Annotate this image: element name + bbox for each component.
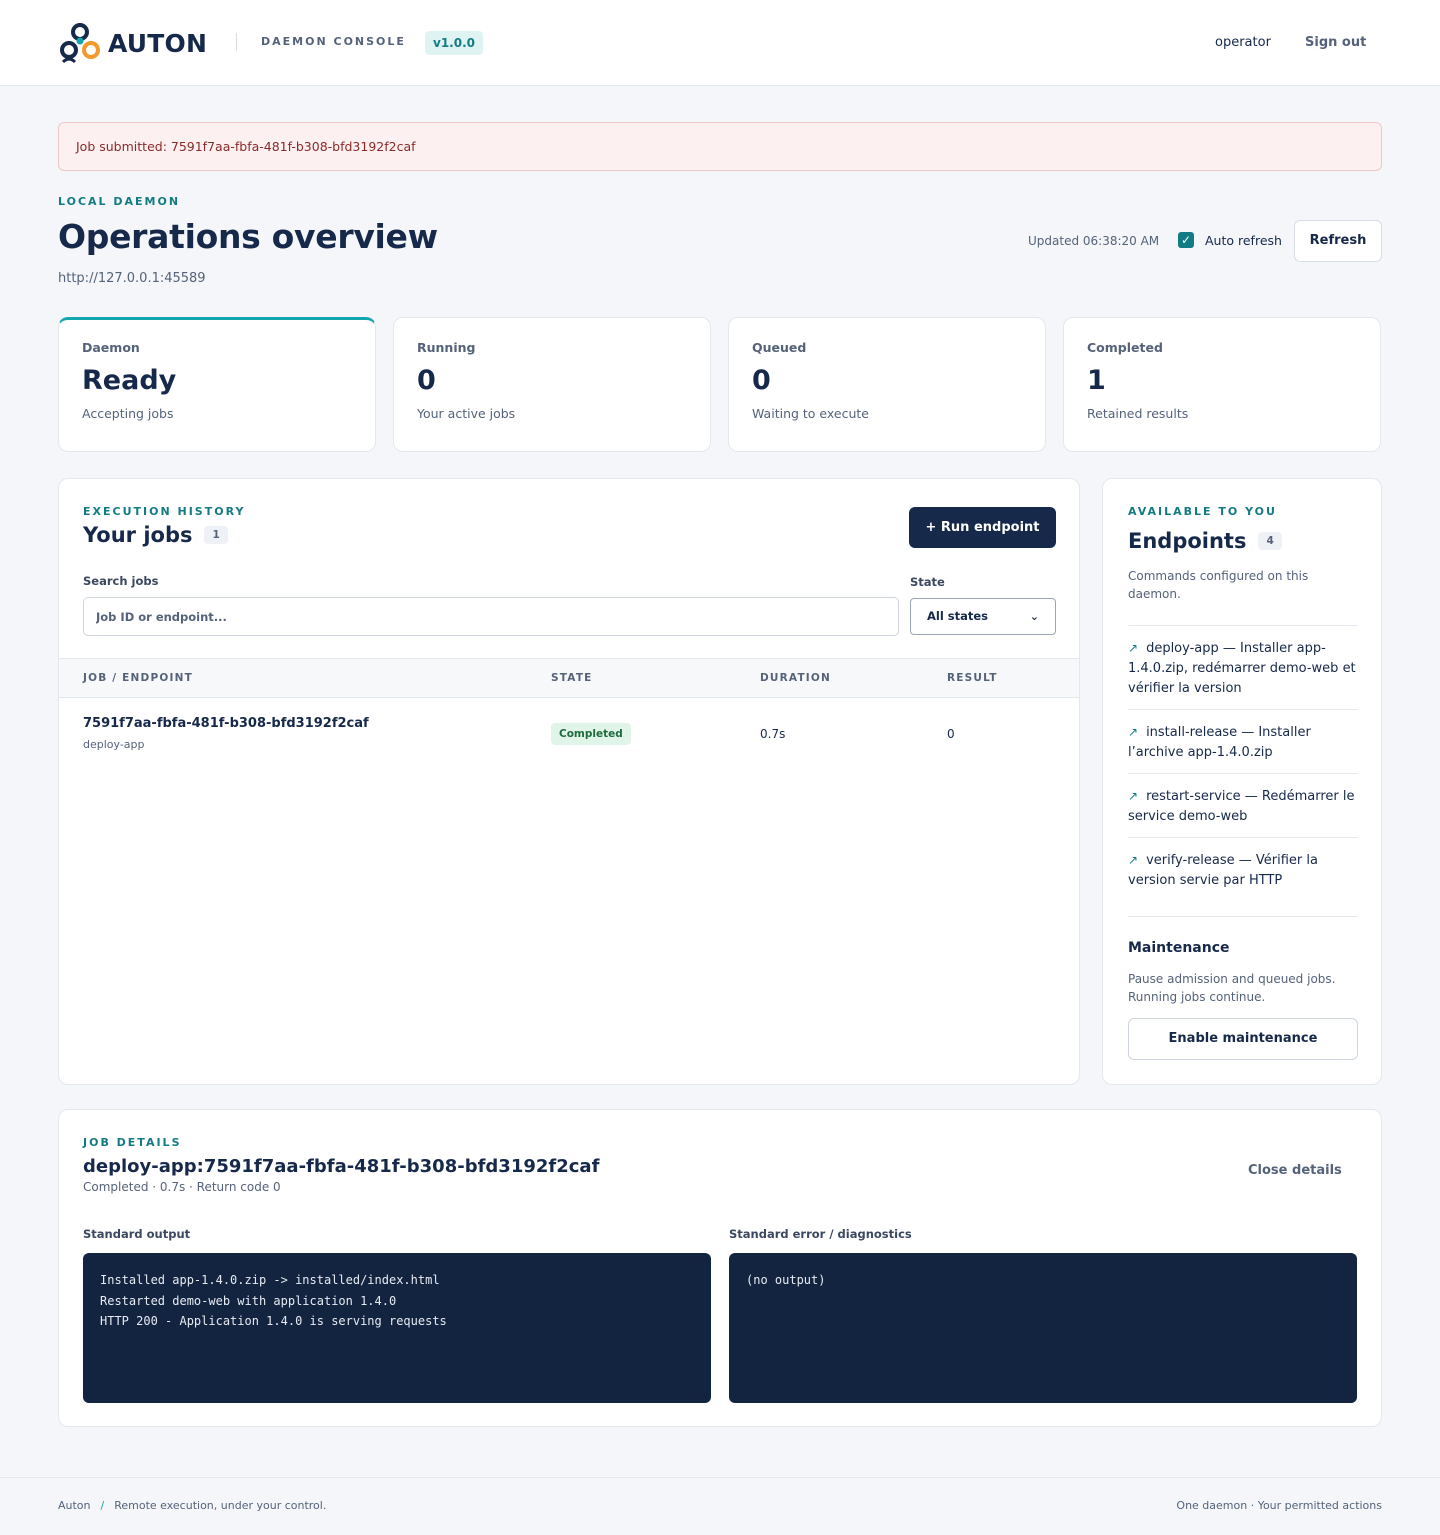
stderr-terminal[interactable]: (no output) — [729, 1253, 1357, 1403]
arrow-up-right-icon: ↗ — [1128, 641, 1139, 655]
column-header: RESULT — [947, 672, 998, 684]
stat-value: 1 — [1087, 365, 1106, 396]
details-title: deploy-app:7591f7aa-fbfa-481f-b308-bfd31… — [83, 1156, 600, 1177]
endpoint-item[interactable]: ↗ install-release — Installer l’archive a… — [1128, 709, 1358, 773]
updated-timestamp: Updated 06:38:20 AM — [1028, 234, 1160, 248]
endpoint-item[interactable]: ↗ verify-release — Vérifier la version se… — [1128, 837, 1358, 901]
endpoints-panel: AVAILABLE TO YOU Endpoints 4 Commands co… — [1102, 478, 1382, 1085]
console-label: DAEMON CONSOLE — [261, 35, 406, 48]
stat-label: Completed — [1087, 340, 1163, 355]
endpoint-item[interactable]: ↗ deploy-app — Installer app-1.4.0.zip, r… — [1128, 625, 1358, 709]
stat-label: Daemon — [82, 340, 140, 355]
jobs-title-text: Your jobs — [83, 523, 193, 547]
stat-value: Ready — [82, 365, 177, 396]
search-jobs-label: Search jobs — [83, 574, 159, 588]
user-name: operator — [1215, 35, 1271, 50]
chevron-down-icon: ⌄ — [1029, 610, 1039, 623]
table-row[interactable]: 7591f7aa-fbfa-481f-b308-bfd3192f2caf dep… — [59, 698, 1079, 772]
endpoint-list: ↗ deploy-app — Installer app-1.4.0.zip, r… — [1128, 625, 1358, 901]
arrow-up-right-icon: ↗ — [1128, 789, 1139, 803]
stat-label: Queued — [752, 340, 807, 355]
maintenance-title: Maintenance — [1128, 940, 1230, 956]
jobs-count-badge: 1 — [204, 526, 228, 544]
stat-label: Running — [417, 340, 476, 355]
jobs-panel: EXECUTION HISTORY Your jobs 1 + Run endp… — [58, 478, 1080, 1085]
endpoints-title-text: Endpoints — [1128, 529, 1247, 553]
column-header: STATE — [551, 672, 593, 684]
auto-refresh-toggle[interactable]: ✓ Auto refresh — [1178, 232, 1282, 248]
status-badge: Completed — [551, 723, 631, 745]
stderr-label: Standard error / diagnostics — [729, 1227, 912, 1241]
stat-subtext: Your active jobs — [417, 406, 516, 421]
stat-card-completed: Completed 1 Retained results — [1063, 317, 1381, 452]
state-filter-label: State — [910, 575, 945, 589]
auto-refresh-checkbox[interactable]: ✓ — [1178, 232, 1194, 248]
page-eyebrow: LOCAL DAEMON — [58, 195, 181, 208]
header-divider — [236, 33, 237, 51]
endpoints-title: Endpoints 4 — [1128, 529, 1282, 553]
jobs-table-header: JOB / ENDPOINT STATE DURATION RESULT — [59, 658, 1079, 698]
state-filter-select[interactable]: All states ⌄ — [910, 598, 1056, 635]
footer-brand: Auton — [58, 1499, 91, 1512]
brand-logo[interactable]: AUTON — [58, 22, 207, 64]
arrow-up-right-icon: ↗ — [1128, 853, 1139, 867]
footer-right: One daemon · Your permitted actions — [1176, 1499, 1382, 1512]
search-jobs-input[interactable] — [83, 597, 899, 636]
job-result: 0 — [947, 727, 955, 741]
endpoints-eyebrow: AVAILABLE TO YOU — [1128, 505, 1277, 518]
endpoint-text: install-release — Installer l’archive ap… — [1128, 725, 1311, 760]
run-endpoint-button[interactable]: + Run endpoint — [909, 507, 1056, 548]
endpoint-text: verify-release — Vérifier la version ser… — [1128, 853, 1318, 888]
state-filter-value: All states — [927, 609, 989, 623]
details-eyebrow: JOB DETAILS — [83, 1136, 182, 1149]
stat-value: 0 — [417, 365, 436, 396]
jobs-title: Your jobs 1 — [83, 523, 228, 547]
job-endpoint: deploy-app — [83, 738, 145, 751]
auto-refresh-label: Auto refresh — [1205, 232, 1282, 248]
sign-out-button[interactable]: Sign out — [1305, 35, 1366, 50]
footer-tagline: Remote execution, under your control. — [114, 1499, 327, 1512]
endpoints-subtitle: Commands configured on this daemon. — [1128, 569, 1309, 601]
auton-logo-icon — [60, 23, 100, 64]
job-duration: 0.7s — [760, 727, 786, 741]
endpoint-item[interactable]: ↗ restart-service — Redémarrer le service… — [1128, 773, 1358, 837]
page-title: Operations overview — [58, 217, 438, 256]
daemon-url: http://127.0.0.1:45589 — [58, 271, 206, 286]
endpoint-text: restart-service — Redémarrer le service … — [1128, 789, 1355, 824]
version-badge: v1.0.0 — [425, 31, 483, 55]
jobs-eyebrow: EXECUTION HISTORY — [83, 505, 246, 518]
refresh-button[interactable]: Refresh — [1294, 220, 1382, 262]
job-id[interactable]: 7591f7aa-fbfa-481f-b308-bfd3192f2caf — [83, 716, 369, 731]
stat-card-daemon: Daemon Ready Accepting jobs — [58, 317, 376, 452]
endpoints-count-badge: 4 — [1258, 532, 1282, 550]
column-header: JOB / ENDPOINT — [83, 672, 193, 684]
column-header: DURATION — [760, 672, 832, 684]
stat-card-queued: Queued 0 Waiting to execute — [728, 317, 1046, 452]
close-details-button[interactable]: Close details — [1248, 1163, 1342, 1178]
top-bar: AUTON DAEMON CONSOLE v1.0.0 operator Sig… — [0, 0, 1440, 86]
details-subtitle: Completed · 0.7s · Return code 0 — [83, 1180, 281, 1194]
job-submitted-alert: Job submitted: 7591f7aa-fbfa-481f-b308-b… — [58, 122, 1382, 171]
job-details-panel: JOB DETAILS deploy-app:7591f7aa-fbfa-481… — [58, 1109, 1382, 1427]
stdout-label: Standard output — [83, 1227, 191, 1241]
maintenance-description: Pause admission and queued jobs. Running… — [1128, 972, 1336, 1004]
stdout-terminal[interactable]: Installed app-1.4.0.zip -> installed/ind… — [83, 1253, 711, 1403]
stat-card-running: Running 0 Your active jobs — [393, 317, 711, 452]
footer-left: Auton / Remote execution, under your contr… — [58, 1499, 326, 1512]
maintenance-divider — [1128, 916, 1358, 917]
footer-separator: / — [100, 1499, 105, 1512]
brand-name: AUTON — [108, 28, 208, 58]
stat-subtext: Retained results — [1087, 406, 1189, 421]
enable-maintenance-button[interactable]: Enable maintenance — [1128, 1018, 1358, 1060]
endpoint-text: deploy-app — Installer app-1.4.0.zip, re… — [1128, 641, 1356, 696]
footer: Auton / Remote execution, under your contr… — [0, 1477, 1440, 1535]
arrow-up-right-icon: ↗ — [1128, 725, 1139, 739]
stat-subtext: Waiting to execute — [752, 406, 869, 421]
stat-value: 0 — [752, 365, 771, 396]
stat-subtext: Accepting jobs — [82, 406, 174, 421]
